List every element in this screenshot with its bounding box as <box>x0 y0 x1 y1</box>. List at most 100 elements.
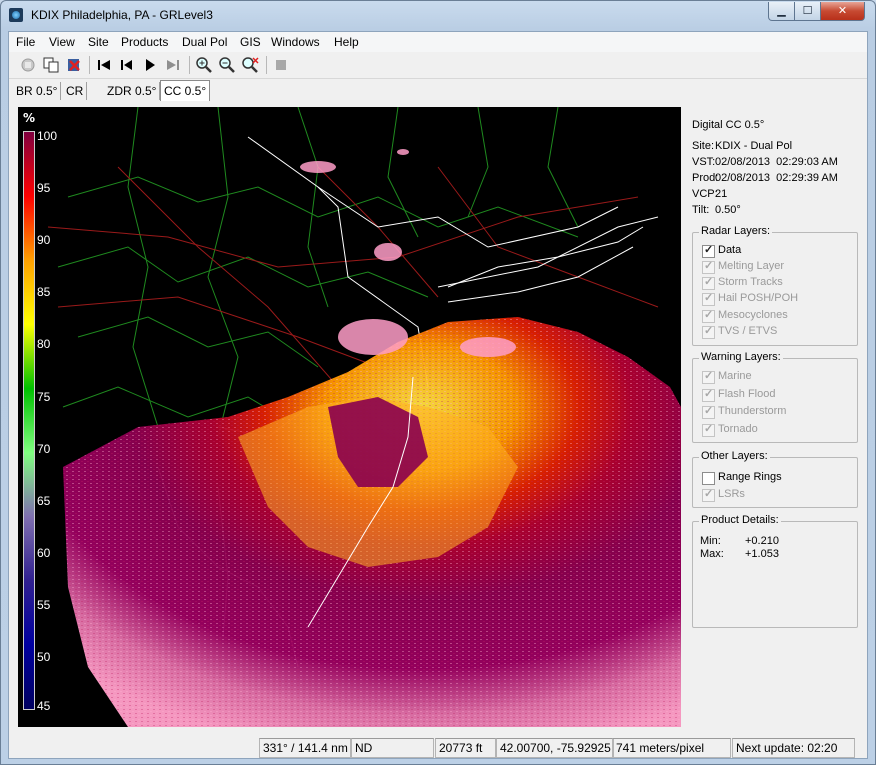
checkbox-box[interactable] <box>702 275 715 290</box>
toolbar-separator <box>266 56 267 74</box>
status-resolution: 741 meters/pixel <box>612 738 731 758</box>
tab-zdr[interactable]: ZDR 0.5° <box>104 82 161 100</box>
legend-tick: 60 <box>37 546 51 560</box>
minimize-button[interactable]: ▁ <box>768 2 795 21</box>
warning-layers-title: Warning Layers: <box>699 351 783 363</box>
zoom-out-icon[interactable] <box>218 56 236 74</box>
checkbox-label: Melting Layer <box>718 260 785 272</box>
last-frame-icon[interactable] <box>164 56 182 74</box>
checkbox-label: Marine <box>718 370 752 382</box>
tab-br[interactable]: BR 0.5° <box>13 82 62 100</box>
checkbox-box[interactable] <box>702 487 715 502</box>
legend-tick: 45 <box>37 699 51 713</box>
checkbox-label: Hail POSH/POH <box>718 292 799 304</box>
menu-dual-pol[interactable]: Dual Pol <box>182 35 227 49</box>
menu-site[interactable]: Site <box>88 35 109 49</box>
zoom-reset-icon[interactable] <box>241 56 259 74</box>
tilt-value: 0.50° <box>715 204 741 216</box>
previous-frame-icon[interactable] <box>118 56 136 74</box>
product-details-title: Product Details: <box>699 514 781 526</box>
menu-windows[interactable]: Windows <box>271 35 320 49</box>
site-label: Site: <box>692 140 715 152</box>
checkbox-label: Storm Tracks <box>718 276 783 288</box>
radar-image[interactable] <box>18 107 681 727</box>
toolbar-separator <box>189 56 190 74</box>
info-panel: Digital CC 0.5° Site: KDIX - Dual Pol VS… <box>685 107 863 727</box>
prod-value: 02/08/2013 02:29:39 AM <box>715 172 838 184</box>
checkbox-box[interactable] <box>702 291 715 306</box>
checkbox-label: TVS / ETVS <box>718 325 778 337</box>
other-layers-title: Other Layers: <box>699 450 770 462</box>
min-value: +0.210 <box>745 535 779 547</box>
radar-map[interactable]: % 100 95 90 85 80 75 70 65 60 55 50 45 <box>18 107 681 727</box>
title-bar[interactable]: KDIX Philadelphia, PA - GRLevel3 ▁ ☐ ✕ <box>1 1 875 31</box>
legend-tick: 80 <box>37 337 51 351</box>
checkbox-box[interactable] <box>702 324 715 339</box>
status-azimuth-range: 331° / 141.4 nm <box>259 738 351 758</box>
zoom-in-icon[interactable] <box>195 56 213 74</box>
vcp-value: 21 <box>715 188 728 200</box>
delete-icon[interactable] <box>65 56 83 74</box>
checkbox-box[interactable] <box>702 387 715 402</box>
legend-tick: 85 <box>37 285 51 299</box>
vcp-label: VCP: <box>692 188 718 200</box>
legend-tick: 95 <box>37 181 51 195</box>
warning-layers-group: Warning Layers: Marine Flash Flood Thund… <box>692 351 858 443</box>
legend-color-bar <box>23 131 35 710</box>
refresh-disabled-icon[interactable] <box>19 56 37 74</box>
legend-tick: 100 <box>37 129 58 143</box>
play-icon[interactable] <box>141 56 159 74</box>
checkbox-box[interactable] <box>702 259 715 274</box>
stop-icon[interactable] <box>272 56 290 74</box>
legend-tick: 70 <box>37 442 51 456</box>
client-area: File View Site Products Dual Pol GIS Win… <box>8 31 868 759</box>
app-window: KDIX Philadelphia, PA - GRLevel3 ▁ ☐ ✕ F… <box>0 0 876 765</box>
tilt-label: Tilt: <box>692 204 710 216</box>
legend-tick: 55 <box>37 598 51 612</box>
menu-file[interactable]: File <box>16 35 35 49</box>
radar-layers-group: Radar Layers: Data Melting Layer Storm T… <box>692 225 858 346</box>
product-details-group: Product Details: Min: +0.210 Max: +1.053 <box>692 514 858 628</box>
first-frame-icon[interactable] <box>95 56 113 74</box>
checkbox-box[interactable] <box>702 404 715 419</box>
menu-gis[interactable]: GIS <box>240 35 261 49</box>
checkbox-box[interactable] <box>702 243 715 258</box>
status-value: ND <box>351 738 434 758</box>
status-height: 20773 ft <box>435 738 496 758</box>
vst-value: 02/08/2013 02:29:03 AM <box>715 156 838 168</box>
legend-tick: 50 <box>37 650 51 664</box>
checkbox-box[interactable] <box>702 422 715 437</box>
vst-label: VST: <box>692 156 716 168</box>
product-name: Digital CC 0.5° <box>692 119 765 131</box>
radar-app-icon <box>9 8 23 22</box>
radar-layers-title: Radar Layers: <box>699 225 773 237</box>
checkbox-box[interactable] <box>702 369 715 384</box>
checkbox-label: Mesocyclones <box>718 309 788 321</box>
other-layers-group: Other Layers: Range Rings LSRs <box>692 450 858 508</box>
site-value: KDIX - Dual Pol <box>715 140 793 152</box>
toolbar-separator <box>89 56 90 74</box>
checkbox-label: Data <box>718 244 742 256</box>
max-value: +1.053 <box>745 548 779 560</box>
maximize-button[interactable]: ☐ <box>794 2 821 21</box>
checkbox-label: LSRs <box>718 488 745 500</box>
legend-unit: % <box>23 111 36 125</box>
max-label: Max: <box>700 548 724 560</box>
checkbox-label: Thunderstorm <box>718 405 787 417</box>
product-tab-bar: BR 0.5° CR ZDR 0.5° CC 0.5° <box>9 80 867 102</box>
menu-help[interactable]: Help <box>334 35 359 49</box>
legend-tick: 75 <box>37 390 51 404</box>
legend-tick: 65 <box>37 494 51 508</box>
menu-view[interactable]: View <box>49 35 75 49</box>
tab-cc[interactable]: CC 0.5° <box>160 80 211 101</box>
tab-cr[interactable]: CR <box>63 82 88 100</box>
checkbox-box[interactable] <box>702 472 715 485</box>
color-legend: % 100 95 90 85 80 75 70 65 60 55 50 45 <box>18 107 60 727</box>
menu-products[interactable]: Products <box>121 35 168 49</box>
copy-icon[interactable] <box>42 56 60 74</box>
checkbox-label: Tornado <box>718 423 758 435</box>
close-button[interactable]: ✕ <box>820 2 865 21</box>
checkbox-box[interactable] <box>702 308 715 323</box>
toolbar <box>9 52 867 79</box>
checkbox-label: Flash Flood <box>718 388 776 400</box>
